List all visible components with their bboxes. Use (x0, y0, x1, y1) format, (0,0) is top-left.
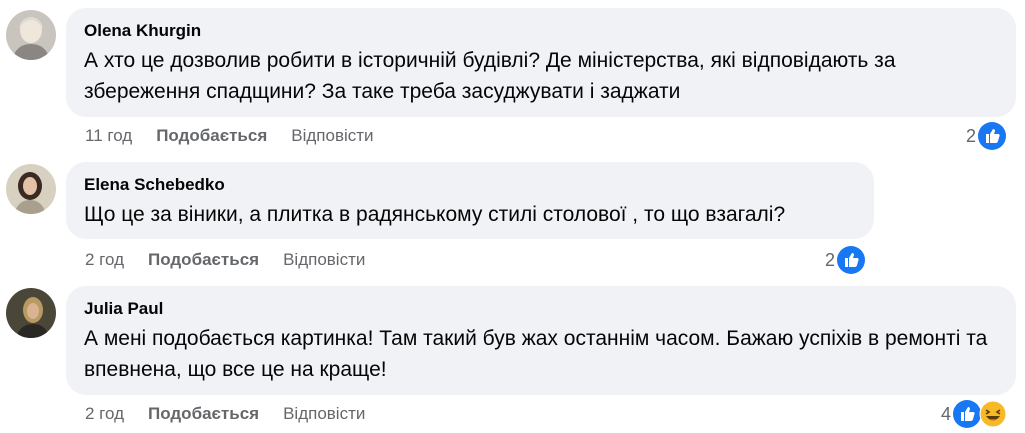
comment-bubble: Elena Schebedko Що це за віники, а плитк… (66, 162, 874, 239)
like-button[interactable]: Подобається (148, 403, 259, 425)
like-icon (953, 400, 982, 428)
avatar[interactable] (6, 10, 56, 60)
comment-time[interactable]: 2 год (85, 249, 124, 271)
like-icon (837, 246, 866, 274)
comment-author[interactable]: Elena Schebedko (84, 174, 856, 196)
comment-time[interactable]: 11 год (85, 125, 132, 147)
reaction-count: 2 (966, 125, 977, 146)
comment-actions: 2 год Подобається Відповісти (85, 249, 389, 271)
comment-actions: 2 год Подобається Відповісти (85, 403, 389, 425)
comment-actions: 11 год Подобається Відповісти (85, 125, 398, 147)
like-icon (978, 122, 1007, 150)
reply-button[interactable]: Відповісти (291, 125, 373, 147)
reply-button[interactable]: Відповісти (283, 403, 365, 425)
reaction-summary[interactable]: 2 (966, 122, 1007, 150)
comment-bubble: Olena Khurgin А хто це дозволив робити в… (66, 8, 1016, 117)
comment-text: А мені подобається картинка! Там такий б… (84, 327, 988, 381)
reply-button[interactable]: Відповісти (283, 249, 365, 271)
reaction-summary[interactable]: 2 (825, 246, 866, 274)
reaction-count: 4 (941, 403, 952, 424)
reaction-summary[interactable]: 4 (941, 400, 1007, 428)
avatar[interactable] (6, 288, 56, 338)
comment-bubble: Julia Paul А мені подобається картинка! … (66, 286, 1016, 395)
comment-time[interactable]: 2 год (85, 403, 124, 425)
comment-author[interactable]: Julia Paul (84, 298, 998, 320)
comment-text: Що це за віники, а плитка в радянському … (84, 203, 786, 226)
comment-text: А хто це дозволив робити в історичній бу… (84, 49, 896, 103)
haha-icon (979, 400, 1007, 428)
like-button[interactable]: Подобається (156, 125, 267, 147)
comment-author[interactable]: Olena Khurgin (84, 20, 998, 42)
like-button[interactable]: Подобається (148, 249, 259, 271)
reaction-count: 2 (825, 249, 836, 270)
avatar[interactable] (6, 164, 56, 214)
